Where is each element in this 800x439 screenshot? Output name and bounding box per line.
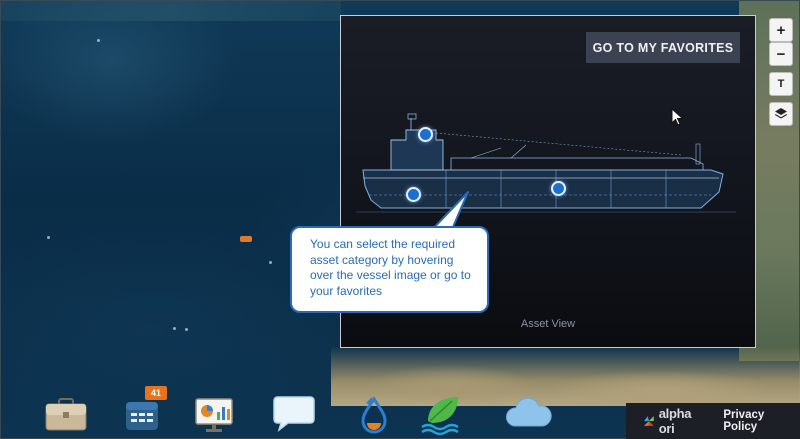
messages-button[interactable] bbox=[269, 392, 319, 436]
fuel-button[interactable] bbox=[349, 392, 399, 436]
map-island bbox=[173, 327, 176, 330]
layers-icon bbox=[775, 108, 787, 119]
text-toggle-button[interactable]: T bbox=[769, 72, 793, 96]
presentation-chart-icon bbox=[195, 398, 233, 432]
briefcase-icon bbox=[45, 398, 87, 431]
vessel-marker-icon[interactable] bbox=[240, 236, 252, 242]
map-island bbox=[185, 328, 188, 331]
privacy-policy-link[interactable]: Privacy Policy bbox=[723, 409, 800, 433]
brand-logo: alpha ori bbox=[642, 406, 709, 436]
layers-button[interactable] bbox=[769, 102, 793, 126]
asset-hotspot-bridge[interactable] bbox=[418, 127, 433, 142]
chat-bubble-icon bbox=[273, 396, 315, 433]
vessel-blueprint-image[interactable] bbox=[351, 100, 746, 230]
alpha-ori-logo-icon bbox=[643, 416, 654, 426]
leaf-wave-icon bbox=[421, 397, 459, 435]
map-land-north bbox=[1, 1, 341, 21]
help-tooltip-text: You can select the required asset catego… bbox=[310, 237, 471, 298]
asset-hotspot-engine[interactable] bbox=[406, 187, 421, 202]
go-to-favorites-button[interactable]: GO TO MY FAVORITES bbox=[586, 32, 740, 63]
weather-button[interactable] bbox=[503, 392, 553, 436]
help-tooltip: You can select the required asset catego… bbox=[290, 226, 489, 313]
fuel-drop-icon bbox=[361, 396, 387, 434]
map-island bbox=[269, 261, 272, 264]
map-island bbox=[97, 39, 100, 42]
brand-footer: alpha ori Privacy Policy bbox=[626, 403, 800, 439]
zoom-in-button[interactable]: + bbox=[769, 18, 793, 42]
calendar-count-badge: 41 bbox=[145, 386, 167, 400]
map-land-south bbox=[331, 346, 800, 406]
briefcase-button[interactable] bbox=[41, 392, 91, 436]
asset-view-label: Asset View bbox=[520, 318, 576, 330]
calendar-icon bbox=[126, 402, 158, 430]
zoom-out-button[interactable]: − bbox=[769, 42, 793, 66]
map-island bbox=[47, 236, 50, 239]
environment-button[interactable] bbox=[417, 392, 467, 436]
cloud-icon bbox=[506, 397, 552, 427]
brand-name: alpha ori bbox=[658, 406, 692, 436]
reports-button[interactable] bbox=[189, 392, 239, 436]
asset-hotspot-cargo[interactable] bbox=[551, 181, 566, 196]
